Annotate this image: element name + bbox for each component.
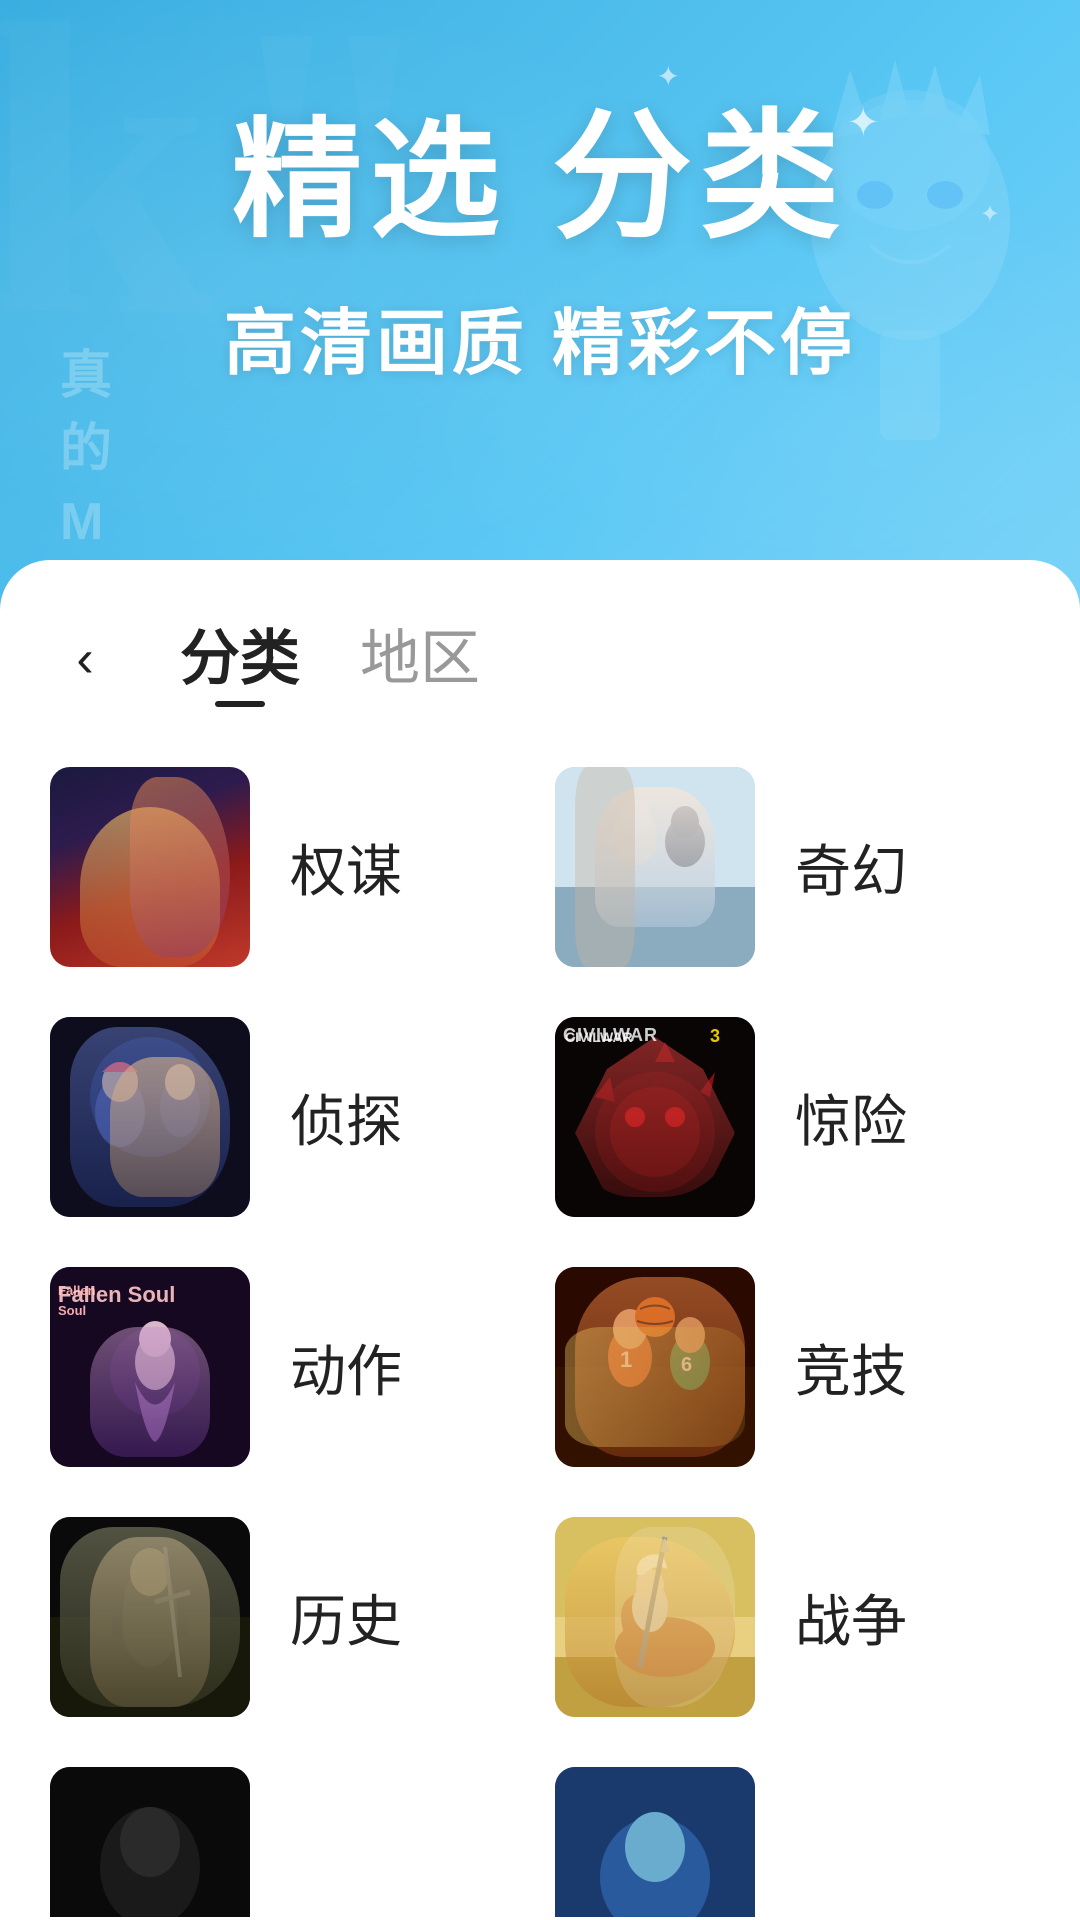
- category-label-jingxian: 惊险: [795, 1077, 907, 1158]
- svg-text:3: 3: [710, 1026, 720, 1046]
- svg-text:Fallen: Fallen: [58, 1283, 96, 1298]
- category-thumb-quanmou: [50, 767, 250, 967]
- deco-sparkle-2: ✦: [657, 60, 680, 93]
- category-thumb-dongzuo: Fallen Soul: [50, 1267, 250, 1467]
- category-item-bottom1[interactable]: [50, 1767, 525, 1917]
- category-label-dongzuo: 动作: [290, 1327, 402, 1408]
- hero-title-part2: 分类: [552, 98, 848, 255]
- category-item-quanmou[interactable]: 权谋: [50, 767, 525, 967]
- category-thumb-lishi: [50, 1517, 250, 1717]
- category-item-jingxian[interactable]: CIVILWAR 3 惊险: [555, 1017, 1030, 1217]
- category-thumb-bottom1: [50, 1767, 250, 1917]
- svg-text:Soul: Soul: [58, 1303, 86, 1318]
- category-label-lishi: 历史: [290, 1577, 402, 1658]
- tab-category[interactable]: 分类: [180, 610, 300, 707]
- category-item-bottom2[interactable]: [555, 1767, 1030, 1917]
- card-panel: ‹ 分类 地区 权谋: [0, 560, 1080, 1920]
- category-label-zhanzhen: 战争: [795, 1577, 907, 1658]
- category-item-qihuan[interactable]: 奇幻: [555, 767, 1030, 967]
- category-thumb-bottom2: [555, 1767, 755, 1917]
- hero-title: 精选 分类: [60, 100, 1020, 254]
- category-thumb-qihuan: [555, 767, 755, 967]
- hero-content: 精选 分类 高清画质 精彩不停: [0, 100, 1080, 389]
- back-icon: ‹: [76, 629, 93, 689]
- category-label-jingji: 竞技: [795, 1327, 907, 1408]
- back-button[interactable]: ‹: [50, 624, 120, 694]
- category-label-zhentan: 侦探: [290, 1077, 402, 1158]
- category-grid: 权谋 奇幻: [50, 737, 1030, 1917]
- category-item-zhentan[interactable]: 侦探: [50, 1017, 525, 1217]
- category-item-lishi[interactable]: 历史: [50, 1517, 525, 1717]
- svg-text:6: 6: [681, 1354, 692, 1376]
- category-thumb-zhanzhen: [555, 1517, 755, 1717]
- category-thumb-jingxian: CIVILWAR 3: [555, 1017, 755, 1217]
- category-item-dongzuo[interactable]: Fallen Soul 动作: [50, 1267, 525, 1467]
- category-thumb-jingji: 1 6: [555, 1267, 755, 1467]
- category-label-quanmou: 权谋: [290, 827, 402, 908]
- svg-text:1: 1: [620, 1347, 632, 1372]
- svg-text:CIVILWAR: CIVILWAR: [565, 1029, 633, 1045]
- category-thumb-zhentan: [50, 1017, 250, 1217]
- category-item-jingji[interactable]: 1 6 竞技: [555, 1267, 1030, 1467]
- hero-subtitle: 高清画质 精彩不停: [60, 284, 1020, 389]
- hero-title-part1: 精选: [232, 107, 508, 253]
- category-item-zhanzhen[interactable]: 战争: [555, 1517, 1030, 1717]
- category-label-qihuan: 奇幻: [795, 827, 907, 908]
- tab-region[interactable]: 地区: [360, 610, 480, 707]
- tab-bar: ‹ 分类 地区: [50, 560, 1030, 737]
